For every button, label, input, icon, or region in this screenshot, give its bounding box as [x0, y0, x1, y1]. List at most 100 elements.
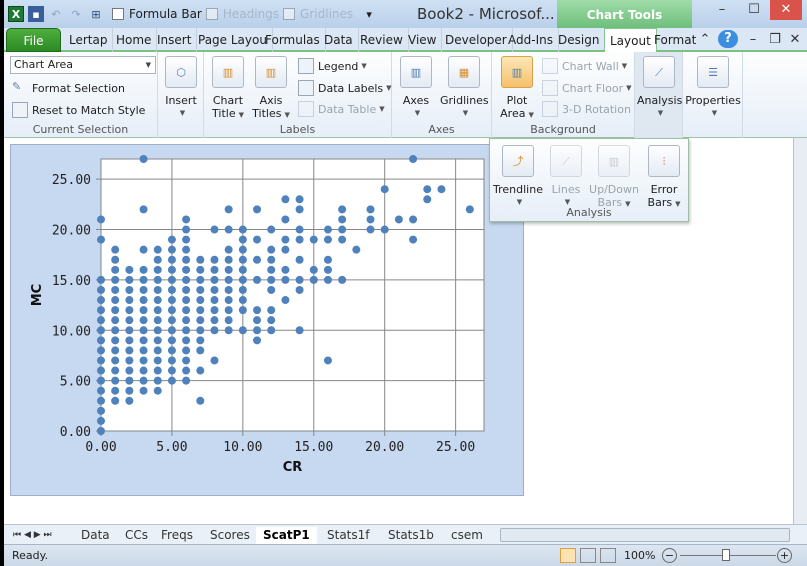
x-tick-label: 25.00: [436, 440, 475, 455]
lines-button[interactable]: ⟋ Lines ▼: [548, 145, 584, 209]
data-point: [182, 376, 191, 385]
data-point: [210, 255, 219, 264]
format-selection-button[interactable]: ✎ Format Selection: [12, 80, 125, 96]
sheet-tabs-bar: ⏮ ◀ ▶ ⏭ Data CCs Freqs Scores ScatP1 Sta…: [4, 524, 807, 544]
data-point: [111, 255, 120, 264]
data-point: [167, 306, 176, 315]
layout-icon[interactable]: ⊞: [88, 6, 104, 22]
minimize-ribbon-icon[interactable]: ⌃: [696, 30, 714, 50]
ribbon-tabs: File Lertap Home Insert Page Layou Formu…: [4, 28, 807, 54]
properties-button[interactable]: ☰ Properties ▼: [685, 56, 741, 120]
gridlines-checkbox[interactable]: [283, 8, 296, 20]
zoom-level[interactable]: 100%: [624, 549, 655, 562]
sheet-tab[interactable]: CCs: [118, 527, 155, 544]
workbook-minimize-button[interactable]: –: [744, 30, 762, 50]
help-icon[interactable]: ?: [718, 30, 738, 48]
tab-format[interactable]: Format: [649, 28, 701, 52]
formula-bar-checkbox[interactable]: [112, 8, 124, 20]
sheet-tab[interactable]: Stats1f: [320, 527, 377, 544]
data-point: [253, 255, 262, 264]
tab-developer[interactable]: Developer: [440, 28, 513, 52]
chevron-down-icon: ▼: [657, 109, 664, 117]
workbook-close-button[interactable]: ✕: [786, 30, 804, 50]
tab-design[interactable]: Design: [553, 28, 606, 52]
normal-view-button[interactable]: [560, 548, 576, 563]
zoom-out-button[interactable]: −: [662, 548, 677, 563]
tab-view[interactable]: View: [403, 28, 443, 52]
zoom-in-button[interactable]: +: [777, 548, 792, 563]
tab-insert[interactable]: Insert: [152, 28, 198, 52]
workbook-restore-button[interactable]: ❐: [766, 30, 784, 50]
chart-title-button[interactable]: ▥ Chart Title ▼: [210, 56, 246, 122]
tab-file[interactable]: File: [6, 28, 61, 52]
gridlines-button[interactable]: ▦ Gridlines ▼: [440, 56, 489, 120]
chart-area[interactable]: 0.00 5.00 10.00 15.00 20.00 25.00 0.00 5.00 10.0…: [10, 144, 524, 496]
chevron-down-icon: ▼: [145, 61, 151, 69]
up-down-label-1: Up/Down: [589, 183, 639, 196]
scatter-chart: 0.00 5.00 10.00 15.00 20.00 25.00 0.00 5.00 10.0…: [30, 155, 485, 475]
tab-home[interactable]: Home: [111, 28, 158, 52]
background-group: ▥ Plot Area ▼ Chart Wall ▼ Chart Floor ▼ 3-D…: [492, 52, 635, 138]
headings-checkbox[interactable]: [205, 8, 218, 20]
undo-icon[interactable]: ↶: [48, 6, 64, 22]
save-icon[interactable]: ▪: [28, 6, 44, 22]
zoom-slider-thumb[interactable]: [722, 549, 730, 561]
trendline-button[interactable]: ⤴ Trendline ▼: [492, 145, 544, 209]
sheet-tab-active[interactable]: ScatP1: [256, 527, 317, 544]
y-tick-label: 10.00: [52, 324, 91, 339]
axes-group: ▥ Axes ▼ ▦ Gridlines ▼ Axes: [392, 52, 492, 138]
page-layout-view-button[interactable]: [580, 548, 596, 563]
shapes-icon: ⬡: [165, 56, 197, 88]
tab-add-ins[interactable]: Add-Ins: [503, 28, 559, 52]
trendline-icon: ⤴: [502, 145, 534, 177]
sheet-tab[interactable]: Data: [74, 527, 117, 544]
data-point: [111, 306, 120, 315]
data-table-button[interactable]: Data Table ▼: [298, 101, 385, 117]
chart-floor-button[interactable]: Chart Floor ▼: [542, 80, 631, 96]
data-point: [153, 285, 162, 294]
insert-group: ⬡ Insert ▼: [158, 52, 204, 138]
chart-tools-context-tab: Chart Tools: [557, 0, 692, 29]
gridlines-label: Gridlines: [440, 94, 489, 107]
data-point: [352, 245, 361, 254]
axis-titles-button[interactable]: ▥ Axis Titles ▼: [252, 56, 290, 122]
maximize-button[interactable]: ☐: [738, 0, 770, 20]
chart-wall-button[interactable]: Chart Wall ▼: [542, 58, 627, 74]
error-bars-button[interactable]: ⫶ Error Bars ▼: [642, 145, 686, 211]
properties-label: Properties: [685, 94, 741, 107]
horizontal-scrollbar[interactable]: [500, 528, 790, 542]
customize-qat-icon[interactable]: ▾: [361, 6, 377, 22]
data-point: [295, 225, 304, 234]
vertical-scrollbar[interactable]: [793, 138, 807, 528]
sheet-nav-buttons[interactable]: ⏮ ◀ ▶ ⏭: [6, 527, 59, 544]
legend-button[interactable]: Legend ▼: [298, 58, 367, 74]
analysis-button[interactable]: ⟋ Analysis ▼: [637, 56, 682, 120]
sheet-tab[interactable]: Stats1b: [381, 527, 441, 544]
data-labels-button[interactable]: Data Labels ▼: [298, 80, 392, 96]
up-down-bars-button[interactable]: ▥ Up/Down Bars ▼: [588, 145, 640, 211]
data-point: [97, 386, 105, 395]
data-point: [196, 336, 205, 345]
plot-area-button[interactable]: ▥ Plot Area ▼: [498, 56, 536, 122]
analysis-icon: ⟋: [643, 56, 675, 88]
reset-style-button[interactable]: Reset to Match Style: [12, 102, 145, 118]
insert-button[interactable]: ⬡ Insert ▼: [164, 56, 198, 120]
close-button[interactable]: ✕: [770, 0, 802, 20]
rotation-button[interactable]: 3-D Rotation: [542, 101, 631, 117]
sheet-tab[interactable]: csem: [444, 527, 490, 544]
axes-button[interactable]: ▥ Axes ▼: [398, 56, 434, 120]
minimize-button[interactable]: –: [706, 0, 738, 20]
tab-review[interactable]: Review: [355, 28, 409, 52]
tab-formulas[interactable]: Formulas: [260, 28, 326, 52]
sheet-tab[interactable]: Freqs: [154, 527, 200, 544]
page-break-view-button[interactable]: [600, 548, 616, 563]
sheet-tab[interactable]: Scores: [203, 527, 257, 544]
data-point: [167, 265, 176, 274]
chart-element-select[interactable]: Chart Area ▼: [10, 56, 156, 74]
y-axis-title: MC: [30, 284, 45, 306]
redo-icon[interactable]: ↷: [68, 6, 84, 22]
tab-data[interactable]: Data: [319, 28, 359, 52]
x-tick-label: 20.00: [365, 440, 404, 455]
gridlines-icon: ▦: [448, 56, 480, 88]
tab-lertap[interactable]: Lertap: [64, 28, 114, 52]
